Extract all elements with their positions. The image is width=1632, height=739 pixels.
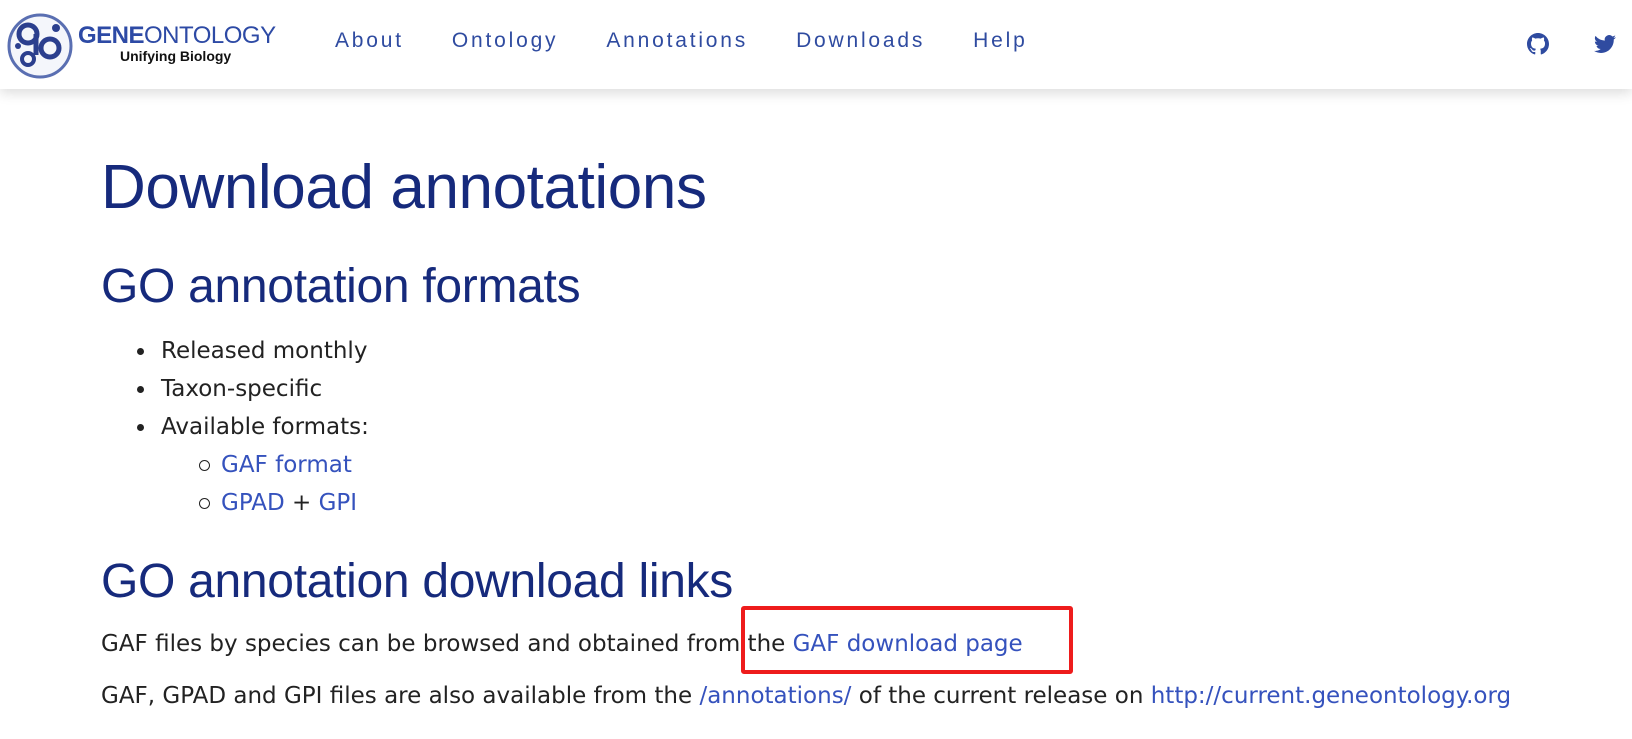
main-content: Download annotations GO annotation forma… <box>101 150 1601 709</box>
list-item: Taxon-specific <box>101 370 369 408</box>
go-logo-icon <box>7 13 73 79</box>
formats-list: Released monthly Taxon-specific Availabl… <box>101 332 369 522</box>
formats-sublist: GAF format GPAD + GPI <box>163 446 369 522</box>
logo-subtitle: Unifying Biology <box>120 48 232 64</box>
para2-middle: of the current release on <box>851 683 1151 709</box>
release-files-paragraph: GAF, GPAD and GPI files are also availab… <box>101 683 1511 709</box>
top-navbar: GENEONTOLOGY Unifying Biology About Onto… <box>0 0 1632 89</box>
logo-title-ontology: ONTOLOGY <box>144 22 276 49</box>
list-item-available-formats: Available formats: GAF format GPAD + GPI <box>101 408 369 522</box>
nav-help[interactable]: Help <box>973 29 1027 53</box>
sublist-item-gpad-gpi: GPAD + GPI <box>163 484 369 522</box>
main-nav: About Ontology Annotations Downloads Hel… <box>335 29 1076 53</box>
logo-title: GENEONTOLOGY <box>78 23 276 49</box>
github-icon[interactable] <box>1527 33 1549 55</box>
download-links-section-title: GO annotation download links <box>101 555 734 608</box>
list-item: Released monthly <box>101 332 369 370</box>
plus-sign: + <box>291 490 319 516</box>
formats-section-title: GO annotation formats <box>101 260 581 313</box>
gaf-download-page-link[interactable]: GAF download page <box>793 631 1023 657</box>
para1-text: GAF files by species can be browsed and … <box>101 631 793 657</box>
gpad-link[interactable]: GPAD <box>221 490 285 516</box>
nav-annotations[interactable]: Annotations <box>606 29 748 53</box>
nav-ontology[interactable]: Ontology <box>452 29 558 53</box>
gpi-link[interactable]: GPI <box>319 490 357 516</box>
gaf-format-link[interactable]: GAF format <box>221 452 352 478</box>
gaf-species-paragraph: GAF files by species can be browsed and … <box>101 631 1023 657</box>
nav-about[interactable]: About <box>335 29 404 53</box>
logo-title-gene: GENE <box>78 22 145 49</box>
page-title: Download annotations <box>101 153 707 222</box>
sublist-item-gaf: GAF format <box>163 446 369 484</box>
site-logo[interactable]: GENEONTOLOGY Unifying Biology <box>6 12 276 80</box>
twitter-icon[interactable] <box>1594 33 1616 55</box>
annotations-dir-link[interactable]: /annotations/ <box>699 683 851 709</box>
list-item-label: Available formats: <box>161 414 369 440</box>
current-release-link[interactable]: http://current.geneontology.org <box>1151 683 1511 709</box>
nav-downloads[interactable]: Downloads <box>796 29 925 53</box>
logo-text: GENEONTOLOGY Unifying Biology <box>78 23 276 64</box>
para2-prefix: GAF, GPAD and GPI files are also availab… <box>101 683 700 709</box>
